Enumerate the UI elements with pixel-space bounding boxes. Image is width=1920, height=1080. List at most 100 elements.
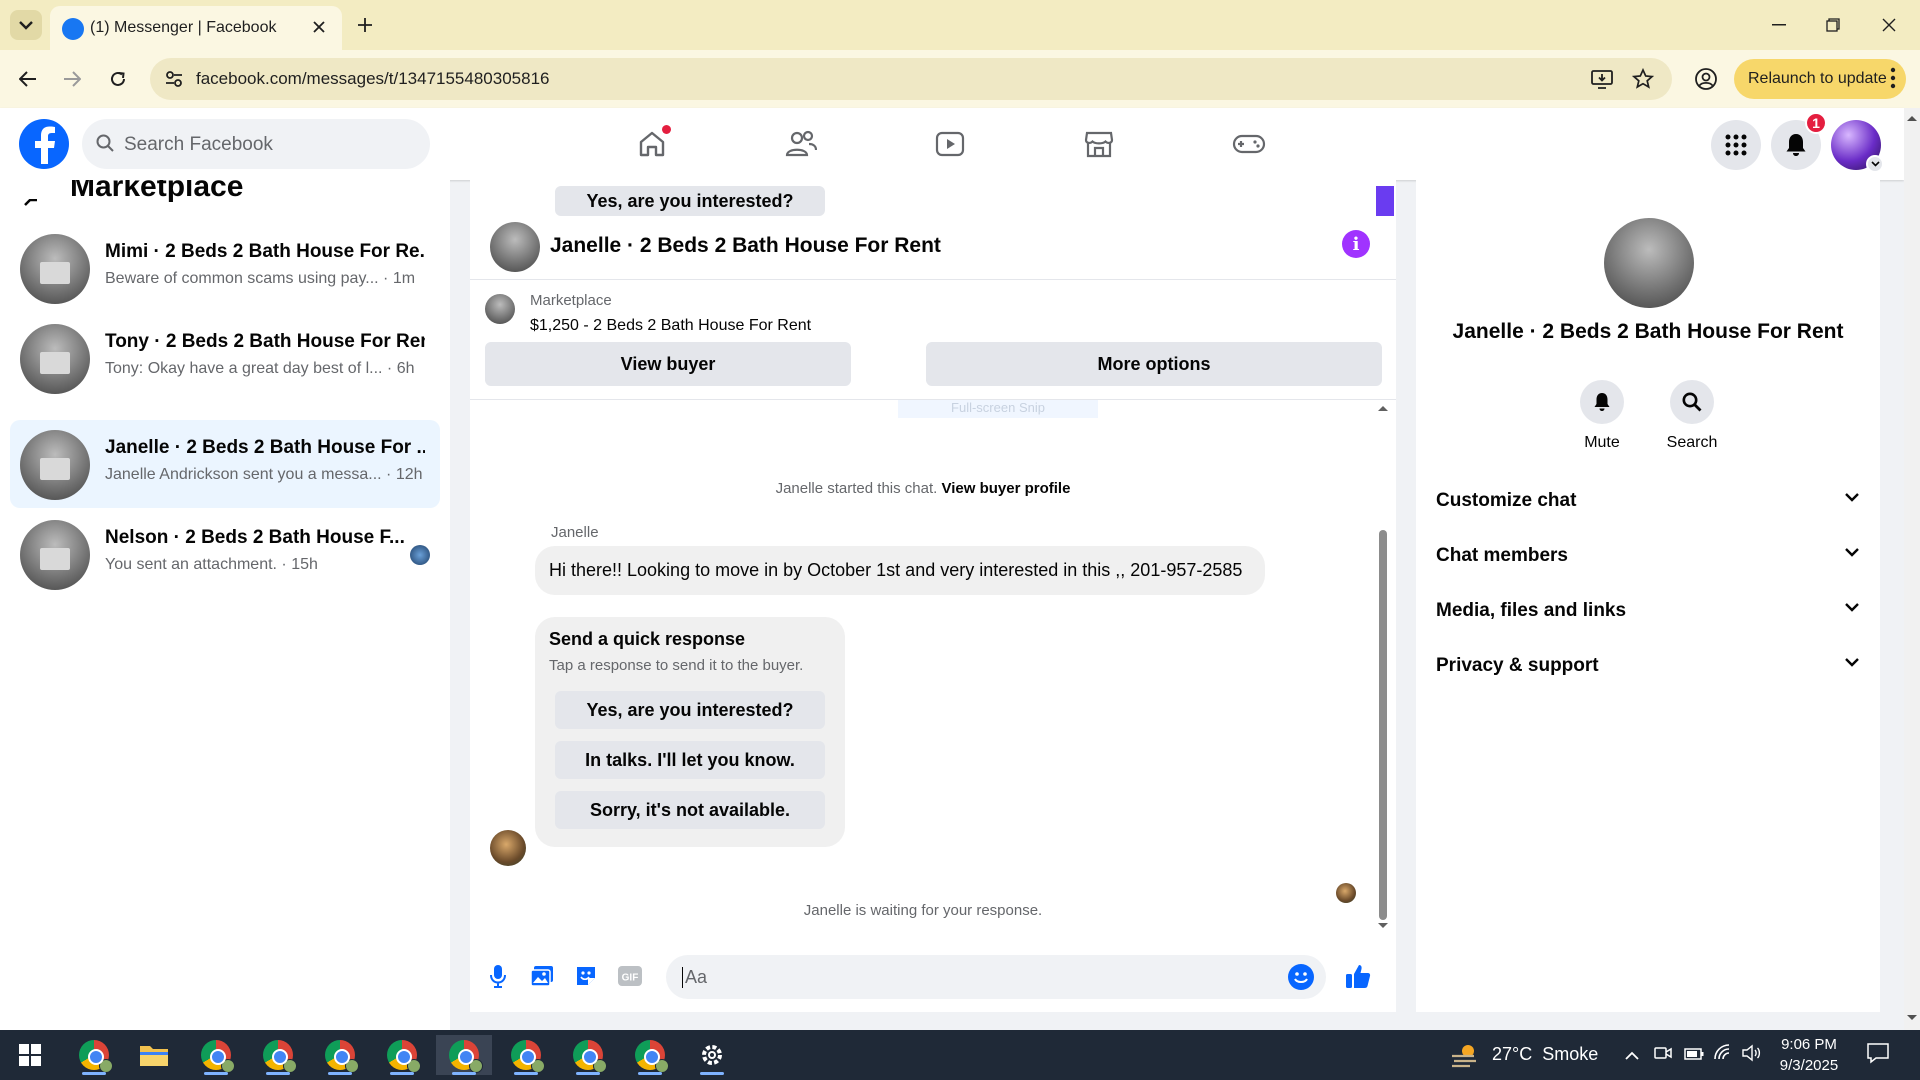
file-explorer-icon[interactable]	[126, 1035, 182, 1075]
more-menu-icon[interactable]	[1890, 67, 1896, 94]
info-icon[interactable]: i	[1342, 230, 1370, 258]
chrome-taskbar-icon[interactable]	[250, 1035, 306, 1075]
chat-started-text: Janelle started this chat.	[775, 480, 938, 497]
gif-icon[interactable]: GIF	[614, 960, 646, 992]
weather-text[interactable]: 27°C Smoke	[1492, 1044, 1598, 1065]
conversation-snippet: Beware of common scams using pay... · 1m	[105, 270, 416, 287]
svg-text:GIF: GIF	[622, 973, 639, 984]
url-text: facebook.com/messages/t/1347155480305816	[196, 69, 550, 88]
notifications-button[interactable]: 1	[1771, 112, 1827, 170]
menu-grid-button[interactable]	[1711, 120, 1761, 170]
reload-icon[interactable]	[102, 63, 134, 95]
scrollbar-thumb[interactable]	[1379, 530, 1387, 920]
gaming-nav-icon[interactable]	[1221, 122, 1277, 166]
quick-reply-button[interactable]: Sorry, it's not available.	[555, 791, 825, 829]
home-notification-dot	[662, 125, 671, 134]
close-window-icon[interactable]	[1876, 12, 1902, 38]
site-settings-icon[interactable]	[164, 69, 184, 94]
chrome-taskbar-icon[interactable]	[498, 1035, 554, 1075]
emoji-icon[interactable]	[1288, 964, 1314, 990]
chrome-taskbar-icon[interactable]	[312, 1035, 368, 1075]
thumbs-up-icon[interactable]	[1342, 960, 1374, 992]
section-chat-members[interactable]: Chat members	[1436, 535, 1860, 577]
forward-arrow-icon[interactable]	[56, 63, 88, 95]
sender-avatar[interactable]	[490, 830, 526, 866]
quick-reply-button[interactable]: In talks. I'll let you know.	[555, 741, 825, 779]
search-action[interactable]: Search	[1652, 380, 1732, 452]
chrome-taskbar-icon[interactable]	[66, 1035, 122, 1075]
settings-gear-icon[interactable]	[684, 1035, 740, 1075]
install-app-icon[interactable]	[1590, 67, 1614, 91]
home-nav-icon[interactable]	[624, 122, 680, 166]
windows-start-icon[interactable]	[2, 1035, 58, 1075]
close-tab-icon[interactable]	[308, 16, 330, 38]
photo-icon[interactable]	[526, 960, 558, 992]
back-arrow-icon[interactable]	[12, 63, 44, 95]
back-arrow-icon[interactable]	[24, 198, 38, 216]
chat-avatar[interactable]	[490, 222, 540, 272]
conversation-item[interactable]: Nelson · 2 Beds 2 Bath House F... You se…	[10, 510, 440, 598]
chrome-taskbar-icon[interactable]	[622, 1035, 678, 1075]
friends-nav-icon[interactable]	[773, 122, 829, 166]
panel-title: Janelle · 2 Beds 2 Bath House For Rent	[1452, 320, 1844, 343]
marketplace-nav-icon[interactable]	[1071, 122, 1127, 166]
battery-icon[interactable]	[1684, 1045, 1704, 1066]
search-icon[interactable]	[1670, 380, 1714, 424]
more-options-button[interactable]: More options	[926, 342, 1382, 386]
conversation-snippet: Janelle Andrickson sent you a messa... ·…	[105, 466, 423, 483]
volume-icon[interactable]	[1742, 1044, 1762, 1067]
video-nav-icon[interactable]	[922, 122, 978, 166]
conversation-item[interactable]: Tony · 2 Beds 2 Bath House For Rent Tony…	[10, 314, 440, 402]
browser-tab[interactable]: (1) Messenger | Facebook	[50, 6, 342, 50]
browser-profile-icon[interactable]	[1690, 63, 1722, 95]
facebook-logo-icon[interactable]	[19, 119, 69, 169]
overlapping-quick-reply-button[interactable]: Yes, are you interested?	[555, 186, 825, 216]
message-placeholder: Aa	[682, 967, 707, 988]
notification-center-icon[interactable]	[1866, 1042, 1890, 1069]
bookmark-star-icon[interactable]	[1631, 67, 1655, 91]
chevron-down-icon	[19, 21, 33, 30]
section-label: Privacy & support	[1436, 655, 1599, 676]
chrome-taskbar-icon[interactable]	[560, 1035, 616, 1075]
wifi-icon[interactable]	[1714, 1044, 1734, 1065]
meet-now-icon[interactable]	[1654, 1044, 1672, 1067]
message-scrollbar[interactable]	[1376, 400, 1390, 940]
tab-search-button[interactable]	[10, 10, 42, 40]
chat-title[interactable]: Janelle · 2 Beds 2 Bath House For Rent	[550, 234, 941, 258]
mute-action[interactable]: Mute	[1562, 380, 1642, 452]
account-avatar[interactable]	[1831, 120, 1884, 173]
message-input[interactable]: Aa	[666, 955, 1326, 999]
page-scrollbar[interactable]	[1904, 108, 1920, 1030]
mute-bell-icon[interactable]	[1580, 380, 1624, 424]
microphone-icon[interactable]	[482, 960, 514, 992]
search-icon	[96, 134, 114, 157]
bell-icon	[1786, 134, 1806, 156]
clock-time: 9:06 PM	[1781, 1036, 1837, 1053]
show-hidden-icons-chevron-icon[interactable]	[1624, 1045, 1640, 1066]
address-bar[interactable]: facebook.com/messages/t/1347155480305816	[150, 58, 1672, 100]
search-placeholder: Search Facebook	[124, 134, 273, 155]
listing-price-title[interactable]: $1,250 - 2 Beds 2 Bath House For Rent	[530, 317, 811, 335]
view-buyer-button[interactable]: View buyer	[485, 342, 851, 386]
quick-reply-button[interactable]: Yes, are you interested?	[555, 691, 825, 729]
system-clock[interactable]: 9:06 PM 9/3/2025	[1764, 1034, 1854, 1076]
minimize-window-icon[interactable]	[1766, 12, 1792, 38]
section-privacy-support[interactable]: Privacy & support	[1436, 645, 1860, 687]
conversation-item[interactable]: Mimi · 2 Beds 2 Bath House For Re... Bew…	[10, 224, 440, 312]
view-buyer-profile-link[interactable]: View buyer profile	[942, 480, 1071, 497]
new-tab-plus-icon[interactable]	[352, 12, 378, 38]
relaunch-to-update-button[interactable]: Relaunch to update	[1734, 59, 1906, 99]
chrome-taskbar-icon-active[interactable]	[436, 1035, 492, 1075]
chrome-taskbar-icon[interactable]	[374, 1035, 430, 1075]
conversation-snippet: You sent an attachment. · 15h	[105, 556, 318, 573]
restore-window-icon[interactable]	[1820, 12, 1846, 38]
sticker-icon[interactable]	[570, 960, 602, 992]
listing-avatar	[1604, 218, 1694, 308]
conversation-item-active[interactable]: Janelle · 2 Beds 2 Bath House For ... Ja…	[10, 420, 440, 508]
section-media-files-links[interactable]: Media, files and links	[1436, 590, 1860, 632]
section-customize-chat[interactable]: Customize chat	[1436, 480, 1860, 522]
facebook-search-input[interactable]: Search Facebook	[82, 119, 430, 169]
chrome-taskbar-icon[interactable]	[188, 1035, 244, 1075]
weather-icon[interactable]	[1450, 1042, 1480, 1073]
marketplace-listing-card: Marketplace $1,250 - 2 Beds 2 Bath House…	[470, 280, 1396, 400]
